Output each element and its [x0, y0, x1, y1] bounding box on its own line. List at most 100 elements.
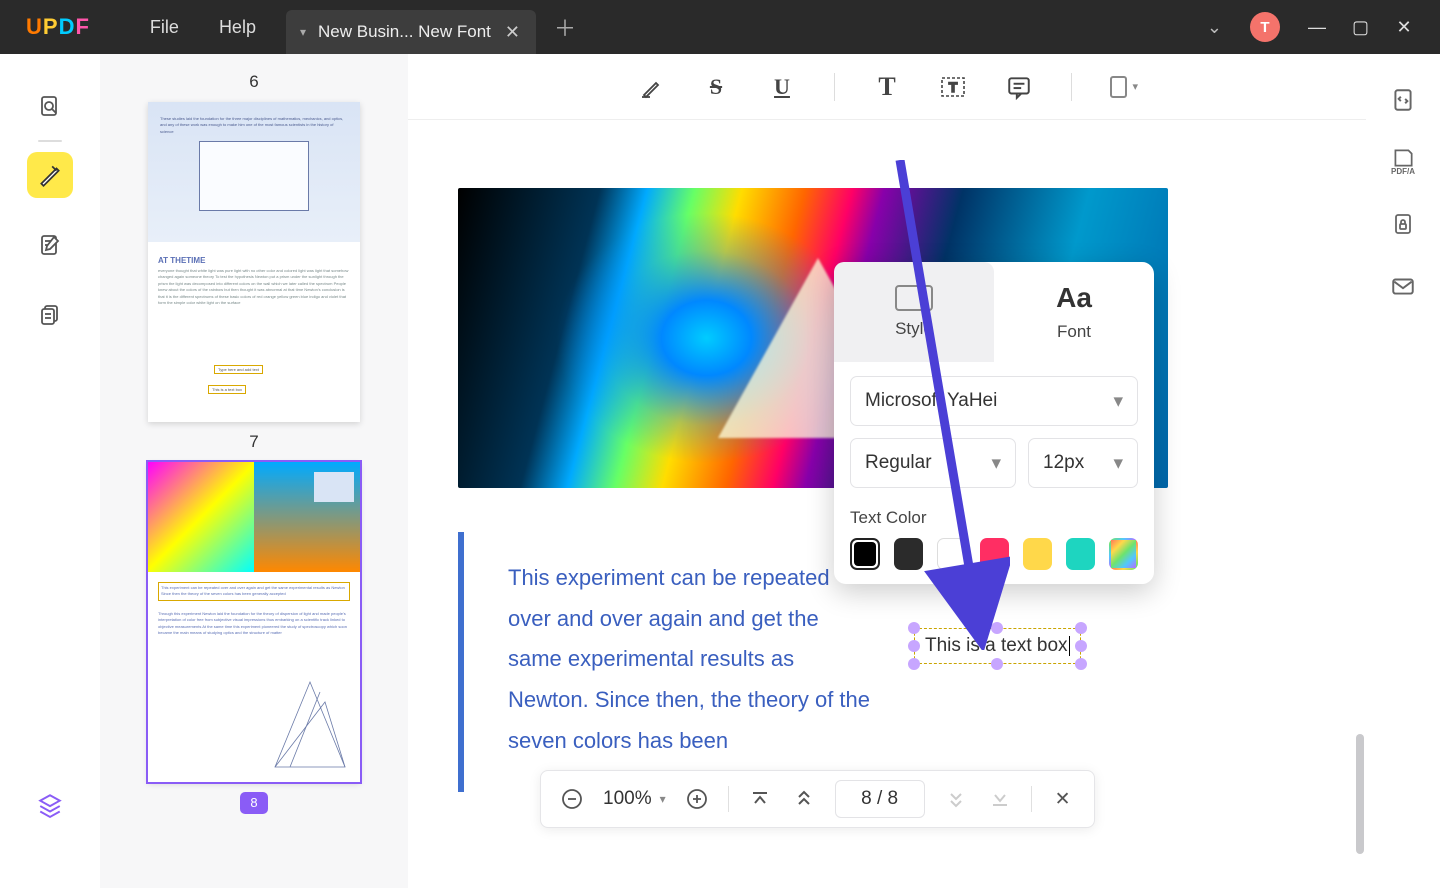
page-number-7: 7	[134, 432, 374, 452]
right-rail: PDF/A	[1366, 54, 1440, 888]
underline-icon[interactable]: U	[768, 73, 796, 101]
resize-handle[interactable]	[908, 622, 920, 634]
font-family-value: Microsoft YaHei	[865, 390, 997, 412]
next-page-button[interactable]	[943, 786, 969, 812]
chevron-down-icon: ▾	[991, 452, 1001, 475]
tab-close-icon[interactable]: ✕	[503, 22, 522, 43]
resize-handle[interactable]	[1075, 640, 1087, 652]
first-page-button[interactable]	[747, 786, 773, 812]
swatch-teal[interactable]	[1066, 538, 1095, 570]
pages-icon[interactable]	[27, 292, 73, 338]
sticky-note-icon[interactable]	[1005, 73, 1033, 101]
resize-handle[interactable]	[1075, 658, 1087, 670]
page-number-input[interactable]	[835, 780, 925, 818]
last-page-button[interactable]	[987, 786, 1013, 812]
font-size-value: 12px	[1043, 452, 1084, 474]
toolbar-separator	[834, 73, 835, 101]
tab-font-label: Font	[1057, 322, 1091, 342]
layers-icon[interactable]	[27, 782, 73, 828]
text-box-value: This is a text box	[925, 635, 1068, 656]
menu-file[interactable]: File	[150, 17, 179, 38]
scrollbar[interactable]	[1356, 734, 1364, 854]
page-navigation: 100% ▾ ✕	[540, 770, 1095, 828]
search-icon[interactable]	[27, 84, 73, 130]
close-nav-button[interactable]: ✕	[1050, 786, 1076, 812]
swatch-black[interactable]	[850, 538, 880, 570]
app-logo: UPDF	[26, 14, 90, 40]
swatch-gradient[interactable]	[1109, 538, 1138, 570]
pdfa-icon[interactable]: PDF/A	[1389, 148, 1417, 176]
prev-page-button[interactable]	[791, 786, 817, 812]
chevron-down-icon: ▾	[1113, 390, 1123, 413]
thumb6-title: AT THETIME	[158, 256, 350, 265]
thumbnail-page-6[interactable]: These studies laid the foundation for th…	[148, 102, 360, 422]
new-tab-button[interactable]: ＋	[554, 11, 576, 43]
chevron-down-icon: ▾	[660, 792, 666, 806]
tab-caret-icon: ▾	[300, 25, 306, 39]
page-badge-8: 8	[240, 792, 268, 814]
nav-separator	[728, 786, 729, 812]
pdfa-label: PDF/A	[1391, 168, 1415, 176]
tab-style[interactable]: Style	[834, 262, 994, 362]
tab-style-label: Style	[895, 319, 933, 339]
zoom-value: 100%	[603, 788, 652, 810]
nav-separator-2	[1031, 786, 1032, 812]
font-weight-select[interactable]: Regular ▾	[850, 438, 1016, 488]
page-number-6: 6	[134, 72, 374, 92]
resize-handle[interactable]	[908, 640, 920, 652]
resize-handle[interactable]	[908, 658, 920, 670]
font-panel-tabs: Style Aa Font	[834, 262, 1154, 362]
thumbnail-panel[interactable]: 6 These studies laid the foundation for …	[100, 54, 408, 888]
dropdown-icon[interactable]: ⌄	[1207, 17, 1222, 38]
text-tool-icon[interactable]: T	[873, 73, 901, 101]
zoom-in-button[interactable]	[684, 786, 710, 812]
highlighter-tool-icon[interactable]	[636, 73, 664, 101]
color-swatches	[834, 538, 1154, 570]
font-family-select[interactable]: Microsoft YaHei ▾	[850, 376, 1138, 426]
text-cursor	[1069, 636, 1070, 656]
thumbnail-page-7[interactable]: This experiment can be repeated over and…	[148, 462, 360, 782]
convert-icon[interactable]	[1389, 86, 1417, 114]
quote-bar	[458, 532, 464, 792]
title-bar: UPDF File Help ▾ New Busin... New Font ✕…	[0, 0, 1440, 54]
textbox-tool-icon[interactable]: T	[939, 73, 967, 101]
edit-page-icon[interactable]	[27, 222, 73, 268]
zoom-level[interactable]: 100% ▾	[603, 788, 666, 810]
maximize-button[interactable]: ▢	[1352, 17, 1368, 38]
protect-icon[interactable]	[1389, 210, 1417, 238]
font-size-select[interactable]: 12px ▾	[1028, 438, 1138, 488]
strikethrough-icon[interactable]: S	[702, 73, 730, 101]
main-area: 6 These studies laid the foundation for …	[0, 54, 1440, 888]
rail-separator	[38, 140, 62, 142]
avatar[interactable]: T	[1250, 12, 1280, 42]
font-weight-value: Regular	[865, 452, 932, 474]
toolbar-separator-2	[1071, 73, 1072, 101]
shape-tool-icon[interactable]: ▾	[1110, 73, 1138, 101]
window-controls: ⌄ T ― ▢ ✕	[1207, 12, 1440, 42]
document-paragraph: This experiment can be repeated over and…	[508, 558, 878, 761]
swatch-dark-grey[interactable]	[894, 538, 923, 570]
style-tab-icon	[895, 285, 933, 311]
text-box-wrapper[interactable]: This is a text box	[914, 628, 1081, 664]
svg-text:T: T	[949, 79, 958, 95]
chevron-down-icon: ▾	[1113, 452, 1123, 475]
font-tab-icon: Aa	[1056, 282, 1092, 314]
main-menu: File Help	[150, 17, 256, 38]
swatch-red[interactable]	[980, 538, 1009, 570]
left-rail	[0, 54, 100, 888]
annotation-toolbar: S U T T ▾	[408, 54, 1366, 120]
tab-font[interactable]: Aa Font	[994, 262, 1154, 362]
text-color-label: Text Color	[850, 508, 1154, 528]
swatch-white[interactable]	[937, 538, 966, 570]
minimize-button[interactable]: ―	[1308, 17, 1324, 38]
tab-title: New Busin... New Font	[318, 22, 491, 42]
menu-help[interactable]: Help	[219, 17, 256, 38]
document-tab[interactable]: ▾ New Busin... New Font ✕	[286, 10, 536, 54]
zoom-out-button[interactable]	[559, 786, 585, 812]
close-window-button[interactable]: ✕	[1396, 17, 1412, 38]
font-panel: Style Aa Font Microsoft YaHei ▾ Regular …	[834, 262, 1154, 584]
resize-handle[interactable]	[1075, 622, 1087, 634]
mail-icon[interactable]	[1389, 272, 1417, 300]
swatch-yellow[interactable]	[1023, 538, 1052, 570]
highlighter-icon[interactable]	[27, 152, 73, 198]
